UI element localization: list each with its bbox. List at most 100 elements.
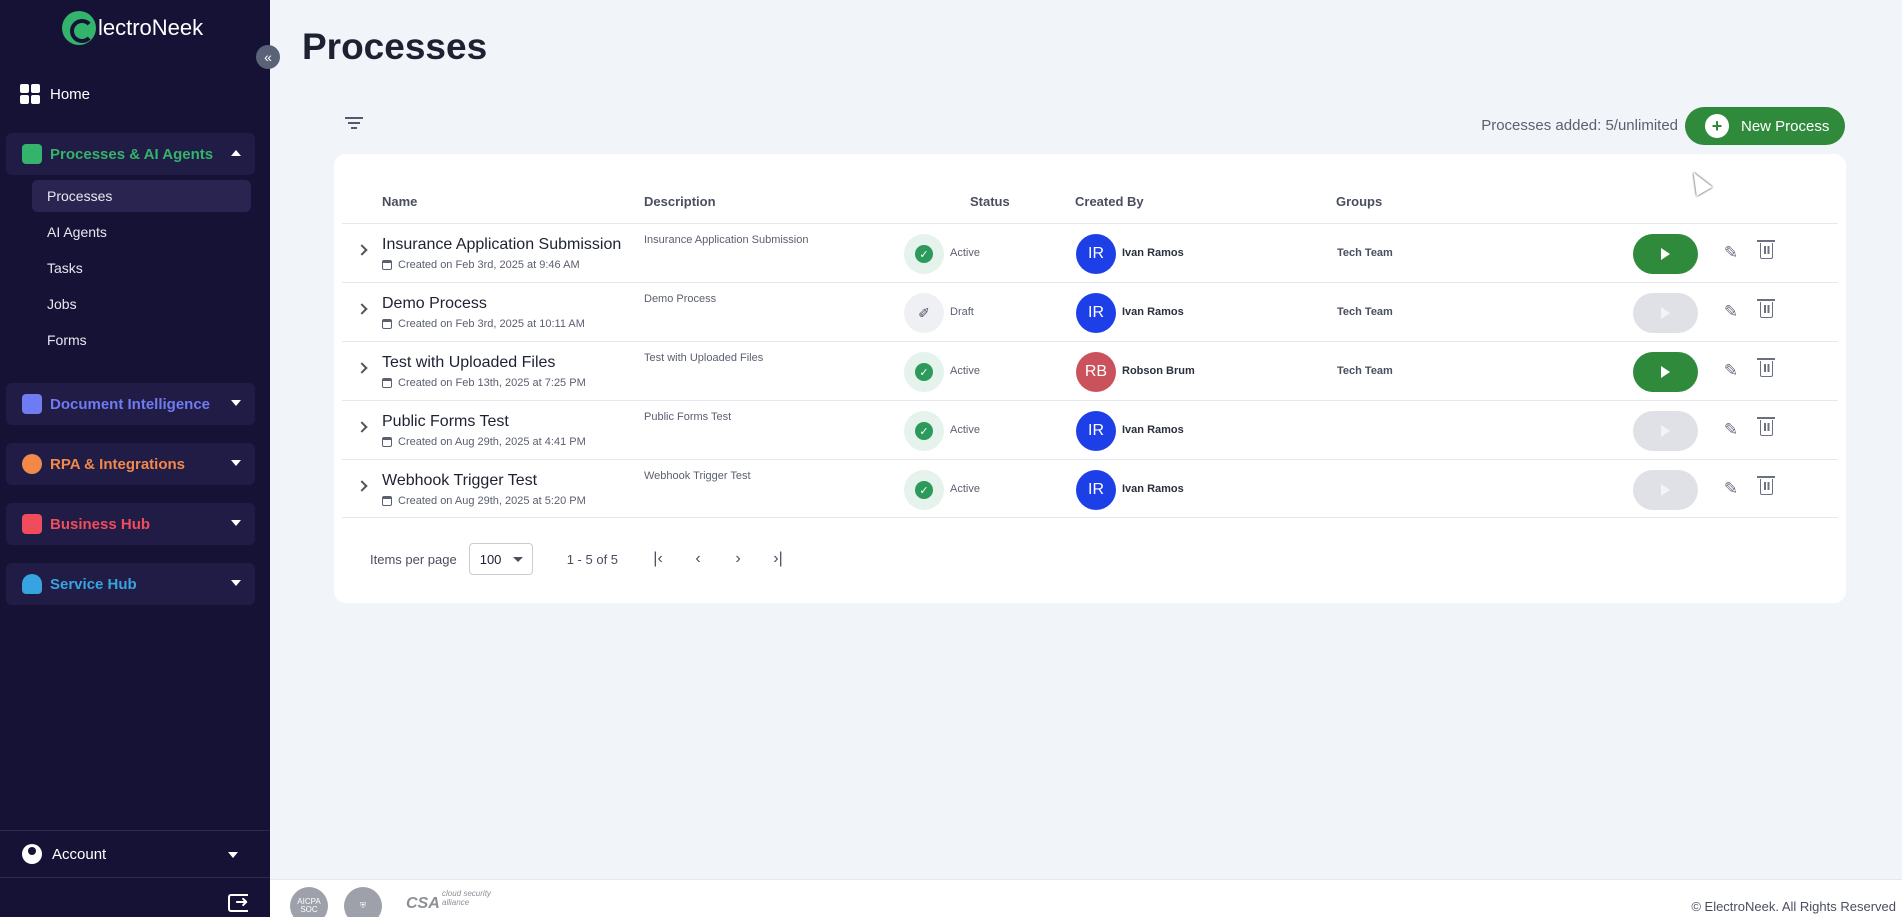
- process-name[interactable]: Webhook Trigger Test: [382, 472, 537, 490]
- chevron-up-icon: [231, 150, 241, 156]
- check-circle-icon: ✓: [915, 481, 933, 499]
- created-date-text: Created on Feb 3rd, 2025 at 10:11 AM: [398, 318, 585, 330]
- csa-subtitle: cloud security alliance: [442, 889, 491, 907]
- play-icon: [1661, 307, 1670, 319]
- run-button[interactable]: [1633, 234, 1698, 274]
- chevron-right-icon[interactable]: [356, 244, 368, 256]
- logout-icon[interactable]: [228, 892, 248, 912]
- process-name[interactable]: Insurance Application Submission: [382, 236, 621, 254]
- table-row[interactable]: Test with Uploaded Files Created on Feb …: [342, 341, 1838, 400]
- creator-name: Ivan Ramos: [1122, 424, 1184, 436]
- calendar-icon: [382, 496, 392, 506]
- account-menu[interactable]: Account: [0, 830, 270, 878]
- chevron-down-icon: [231, 580, 241, 586]
- avatar: RB: [1076, 352, 1116, 392]
- table-row[interactable]: Public Forms Test Created on Aug 29th, 2…: [342, 400, 1838, 459]
- run-button[interactable]: [1633, 352, 1698, 392]
- first-page-icon[interactable]: |‹: [638, 550, 678, 568]
- last-page-icon[interactable]: ›|: [758, 550, 798, 568]
- draft-pencil-icon: ✐: [918, 304, 930, 321]
- sidebar-item-ai-agents[interactable]: AI Agents: [32, 216, 251, 248]
- pagination: Items per page 100 1 - 5 of 5 |‹ ‹ › ›|: [370, 543, 798, 575]
- status-indicator: ✓: [904, 411, 944, 451]
- sidebar-group-rpa-integrations[interactable]: RPA & Integrations: [6, 443, 255, 485]
- status-text: Active: [950, 424, 980, 436]
- trash-icon[interactable]: [1757, 299, 1775, 318]
- collapse-sidebar-button[interactable]: «: [256, 45, 280, 69]
- electroneek-logo-icon: [62, 11, 96, 45]
- new-process-button[interactable]: + New Process: [1685, 107, 1845, 145]
- status-text: Active: [950, 247, 980, 259]
- group-name: Tech Team: [1337, 247, 1393, 259]
- sidebar-group-business-hub[interactable]: Business Hub: [6, 503, 255, 545]
- process-description: Public Forms Test: [644, 411, 732, 423]
- status-indicator: ✓: [904, 234, 944, 274]
- sidebar-item-processes[interactable]: Processes: [32, 180, 251, 212]
- processes-table: Name Description Status Created By Group…: [334, 154, 1846, 603]
- logo[interactable]: lectroNeek: [62, 10, 203, 46]
- chevron-right-icon[interactable]: [356, 421, 368, 433]
- page-title: Processes: [302, 26, 488, 67]
- aicpa-soc-badge: AICPA SOC: [290, 887, 328, 917]
- process-name[interactable]: Demo Process: [382, 295, 487, 313]
- process-name[interactable]: Public Forms Test: [382, 413, 509, 431]
- edit-pencil-icon[interactable]: ✎: [1720, 301, 1742, 323]
- sidebar-group-label: Business Hub: [50, 515, 151, 533]
- edit-pencil-icon[interactable]: ✎: [1720, 478, 1742, 500]
- table-row[interactable]: Insurance Application Submission Created…: [342, 223, 1838, 282]
- avatar: IR: [1076, 470, 1116, 510]
- trash-icon[interactable]: [1757, 358, 1775, 377]
- items-per-page-select[interactable]: 100: [468, 543, 533, 575]
- items-per-page-label: Items per page: [370, 551, 457, 567]
- run-button[interactable]: [1633, 411, 1698, 451]
- run-button[interactable]: [1633, 293, 1698, 333]
- sidebar-item-jobs[interactable]: Jobs: [32, 288, 251, 320]
- edit-pencil-icon[interactable]: ✎: [1720, 419, 1742, 441]
- sidebar-group-service-hub[interactable]: Service Hub: [6, 563, 255, 605]
- sidebar-item-label: Home: [50, 85, 91, 103]
- sidebar-group-processes-ai-agents[interactable]: Processes & AI Agents: [6, 133, 255, 175]
- previous-page-icon[interactable]: ‹: [678, 550, 718, 568]
- sidebar-item-forms[interactable]: Forms: [32, 324, 251, 356]
- trash-icon[interactable]: [1757, 476, 1775, 495]
- process-name[interactable]: Test with Uploaded Files: [382, 354, 555, 372]
- created-date: Created on Aug 29th, 2025 at 5:20 PM: [382, 495, 586, 507]
- chevron-right-icon[interactable]: [356, 480, 368, 492]
- chevron-down-icon: [231, 520, 241, 526]
- created-date-text: Created on Aug 29th, 2025 at 5:20 PM: [398, 495, 586, 507]
- status-indicator: ✐: [904, 293, 944, 333]
- processes-added-count: Processes added: 5/unlimited: [1481, 117, 1678, 134]
- calendar-icon: [382, 437, 392, 447]
- play-icon: [1661, 484, 1670, 496]
- filter-icon[interactable]: [345, 117, 363, 131]
- created-date-text: Created on Aug 29th, 2025 at 4:41 PM: [398, 436, 586, 448]
- column-header-name[interactable]: Name: [382, 194, 417, 209]
- sidebar-item-home[interactable]: Home: [20, 82, 90, 106]
- calendar-icon: [382, 260, 392, 270]
- chevron-right-icon[interactable]: [356, 303, 368, 315]
- table-row[interactable]: Demo Process Created on Feb 3rd, 2025 at…: [342, 282, 1838, 341]
- created-date: Created on Feb 3rd, 2025 at 9:46 AM: [382, 259, 580, 271]
- chevron-down-icon: [231, 460, 241, 466]
- column-header-created-by[interactable]: Created By: [1075, 194, 1144, 209]
- check-circle-icon: ✓: [915, 363, 933, 381]
- chevron-right-icon[interactable]: [356, 362, 368, 374]
- table-row[interactable]: Webhook Trigger Test Created on Aug 29th…: [342, 459, 1838, 518]
- play-icon: [1661, 248, 1670, 260]
- edit-pencil-icon[interactable]: ✎: [1720, 360, 1742, 382]
- pagination-range: 1 - 5 of 5: [566, 551, 619, 567]
- next-page-icon[interactable]: ›: [718, 550, 758, 568]
- sidebar: lectroNeek Home Processes & AI Agents Pr…: [0, 0, 270, 917]
- run-button[interactable]: [1633, 470, 1698, 510]
- column-header-status[interactable]: Status: [970, 194, 1010, 209]
- group-name: Tech Team: [1337, 365, 1393, 377]
- sidebar-item-tasks[interactable]: Tasks: [32, 252, 251, 284]
- account-label: Account: [52, 845, 107, 863]
- edit-pencil-icon[interactable]: ✎: [1720, 242, 1742, 264]
- trash-icon[interactable]: [1757, 417, 1775, 436]
- dashboard-icon: [20, 84, 40, 104]
- chevron-down-icon: [231, 400, 241, 406]
- calendar-icon: [382, 319, 392, 329]
- trash-icon[interactable]: [1757, 240, 1775, 259]
- sidebar-group-document-intelligence[interactable]: Document Intelligence: [6, 383, 255, 425]
